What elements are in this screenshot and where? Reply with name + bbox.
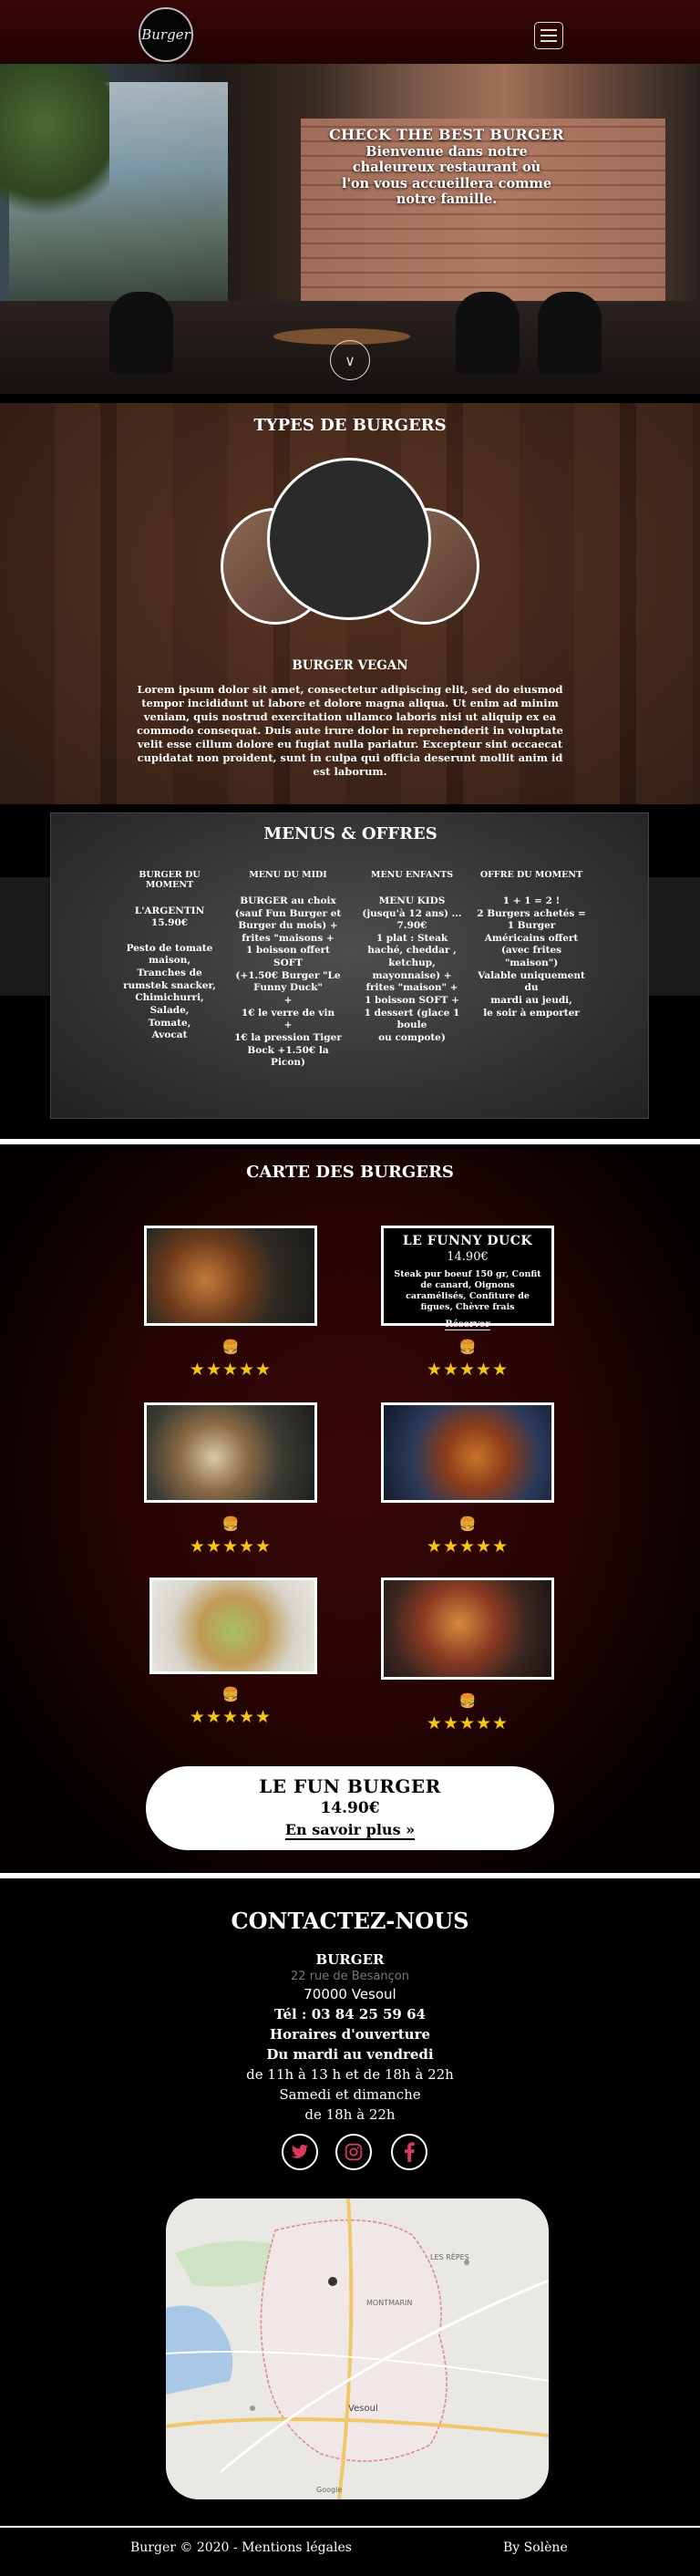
contact-section: CONTACTEZ-NOUS BURGER 22 rue de Besançon… bbox=[0, 1884, 700, 2540]
logo[interactable]: Burger bbox=[139, 7, 193, 62]
duck-price: 14.90€ bbox=[447, 1250, 489, 1264]
carte-title: CARTE DES BURGERS bbox=[246, 1163, 454, 1182]
menu-column-text: 1 + 1 = 2 ! 2 Burgers achetés = 1 Burger… bbox=[477, 895, 586, 1019]
hero-chair bbox=[456, 292, 520, 374]
hamburger-menu-icon[interactable] bbox=[534, 22, 563, 49]
learn-more-link[interactable]: En savoir plus » bbox=[284, 1821, 416, 1840]
hero-subtitle: Bienvenue dans notre chaleureux restaura… bbox=[341, 144, 552, 208]
burger-photo[interactable] bbox=[149, 1578, 317, 1674]
rating-stars: ★★★★★ bbox=[426, 1536, 510, 1557]
hero-tree-image bbox=[0, 64, 109, 237]
footer-legal-link[interactable]: Burger © 2020 - Mentions légales bbox=[130, 2540, 352, 2555]
hours-weekend: Samedi et dimanche bbox=[279, 2086, 421, 2103]
funny-duck-card: LE FUNNY DUCK 14.90€ Steak pur boeuf 150… bbox=[381, 1226, 554, 1330]
map-google-label: Google bbox=[316, 2486, 343, 2494]
carte-section: CARTE DES BURGERS 🍔 ★★★★★ LE FUNNY DUCK … bbox=[0, 1149, 700, 1873]
burger-icon: 🍔 bbox=[458, 1339, 477, 1355]
location-map[interactable]: Vesoul MONTMARIN LES RÊPES Google bbox=[166, 2198, 549, 2499]
menu-column-heading: MENU DU MIDI bbox=[249, 870, 327, 880]
types-title: TYPES DE BURGERS bbox=[253, 416, 447, 435]
burger-icon: 🍔 bbox=[458, 1516, 477, 1532]
menu-column-text: MENU KIDS (jusqu'à 12 ans) ... 7.90€ 1 p… bbox=[362, 895, 462, 1043]
rating-stars: ★★★★★ bbox=[426, 1713, 510, 1733]
burger-icon: 🍔 bbox=[458, 1692, 477, 1709]
hero-chair bbox=[538, 292, 602, 374]
map-label: LES RÊPES bbox=[430, 2253, 469, 2261]
burger-photo[interactable] bbox=[381, 1578, 554, 1680]
instagram-icon[interactable] bbox=[335, 2134, 372, 2170]
fun-burger-price: 14.90€ bbox=[320, 1799, 380, 1817]
menu-column: MENU ENFANTS MENU KIDS (jusqu'à 12 ans) … bbox=[357, 870, 467, 1045]
burger-type-circle-center[interactable] bbox=[267, 458, 431, 620]
menus-title: MENUS & OFFRES bbox=[263, 824, 438, 843]
footer-credit: By Solène bbox=[503, 2540, 568, 2555]
burger-icon: 🍔 bbox=[221, 1339, 240, 1355]
burger-photo[interactable] bbox=[144, 1226, 317, 1326]
burger-icon: 🍔 bbox=[221, 1516, 240, 1532]
twitter-icon[interactable] bbox=[282, 2134, 318, 2170]
types-section: TYPES DE BURGERS BURGER VEGAN Lorem ipsu… bbox=[0, 403, 700, 804]
hours-weekdays: Du mardi au vendredi bbox=[266, 2046, 434, 2063]
facebook-icon[interactable] bbox=[391, 2134, 427, 2170]
burger-photo[interactable] bbox=[144, 1402, 317, 1503]
map-label: Vesoul bbox=[348, 2404, 378, 2414]
menu-column-heading: MENU ENFANTS bbox=[370, 870, 454, 880]
rating-stars: ★★★★★ bbox=[189, 1360, 273, 1380]
logo-text: Burger bbox=[141, 26, 190, 43]
rating-stars: ★★★★★ bbox=[189, 1536, 273, 1557]
rating-stars: ★★★★★ bbox=[189, 1707, 273, 1727]
footer-divider bbox=[0, 2526, 700, 2528]
site-header bbox=[0, 0, 700, 64]
hours-title: Horaires d'ouverture bbox=[269, 2026, 431, 2043]
hours-weekday-times: de 11h à 13 h et de 18h à 22h bbox=[246, 2066, 454, 2083]
hours-weekend-times: de 18h à 22h bbox=[304, 2106, 396, 2123]
contact-city: 70000 Vesoul bbox=[304, 1986, 396, 2002]
featured-burger-text: Lorem ipsum dolor sit amet, consectetur … bbox=[137, 683, 563, 778]
scroll-down-icon[interactable]: ∨ bbox=[330, 340, 370, 380]
menu-column: BURGER DU MOMENT L'ARGENTIN 15.90€ Pesto… bbox=[115, 870, 224, 1042]
menu-column: OFFRE DU MOMENT 1 + 1 = 2 ! 2 Burgers ac… bbox=[477, 870, 586, 1019]
burger-photo[interactable] bbox=[381, 1402, 554, 1503]
menus-section: MENUS & OFFRES BURGER DU MOMENT L'ARGENT… bbox=[50, 812, 649, 1119]
divider bbox=[0, 1873, 700, 1878]
hero-chair bbox=[109, 292, 173, 374]
menu-column-heading: BURGER DU MOMENT bbox=[139, 870, 201, 890]
fun-burger-name: LE FUN BURGER bbox=[259, 1775, 441, 1797]
menu-column-text: L'ARGENTIN 15.90€ Pesto de tomate maison… bbox=[123, 905, 216, 1041]
menu-column-text: BURGER au choix (sauf Fun Burger et Burg… bbox=[234, 895, 342, 1069]
featured-burger-title: BURGER VEGAN bbox=[292, 658, 408, 673]
hero-title: CHECK THE BEST BURGER bbox=[328, 126, 565, 143]
reserve-link[interactable]: Réserver bbox=[445, 1319, 490, 1330]
map-label: MONTMARIN bbox=[366, 2299, 413, 2307]
divider bbox=[0, 1139, 700, 1144]
contact-name: BURGER bbox=[315, 1951, 385, 1968]
duck-name: LE FUNNY DUCK bbox=[402, 1234, 533, 1248]
fun-burger-card[interactable]: LE FUN BURGER 14.90€ En savoir plus » bbox=[146, 1766, 554, 1850]
burger-icon: 🍔 bbox=[221, 1686, 240, 1702]
contact-phone[interactable]: Tél : 03 84 25 59 64 bbox=[0, 2006, 700, 2023]
contact-title: CONTACTEZ-NOUS bbox=[231, 1908, 469, 1934]
contact-street: 22 rue de Besançon bbox=[290, 1970, 409, 1983]
rating-stars: ★★★★★ bbox=[426, 1360, 510, 1380]
duck-description: Steak pur boeuf 150 gr, Confit de canard… bbox=[394, 1269, 541, 1312]
menu-column-heading: OFFRE DU MOMENT bbox=[479, 870, 583, 880]
menu-column: MENU DU MIDI BURGER au choix (sauf Fun B… bbox=[233, 870, 343, 1070]
